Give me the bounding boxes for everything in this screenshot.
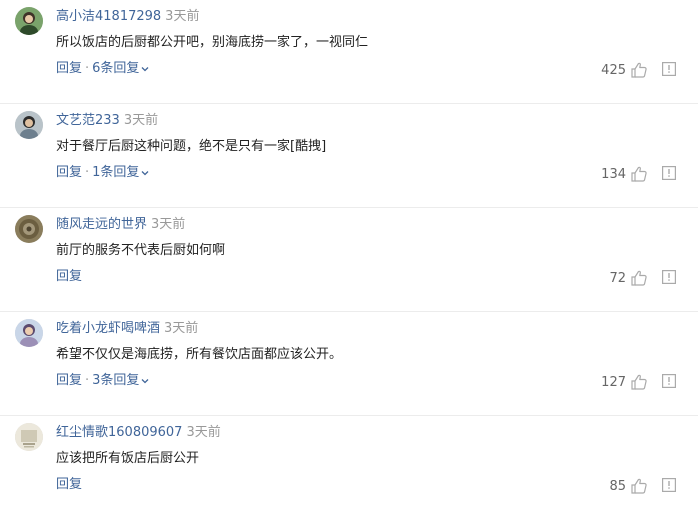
timestamp: 3天前 — [164, 321, 199, 336]
like-count: 127 — [601, 374, 626, 390]
like-count: 85 — [609, 478, 626, 494]
username[interactable]: 文艺范233 — [56, 113, 120, 128]
timestamp: 3天前 — [186, 425, 221, 440]
reply-button[interactable]: 回复 — [56, 61, 82, 76]
report-icon[interactable] — [662, 62, 676, 76]
separator: · — [85, 165, 90, 180]
comment-text: 希望不仅仅是海底捞，所有餐饮店面都应该公开。 — [56, 347, 343, 362]
comment-actions: 回复 · 1条回复 — [56, 163, 149, 183]
like-count: 425 — [601, 62, 626, 78]
separator: · — [85, 373, 90, 388]
avatar[interactable] — [15, 215, 43, 243]
reply-button[interactable]: 回复 — [56, 373, 82, 388]
comment-text: 对于餐厅后厨这种问题，绝不是只有一家[酷拽] — [56, 139, 327, 154]
comment-text: 所以饭店的后厨都公开吧，别海底捞一家了，一视同仁 — [56, 35, 369, 50]
timestamp: 3天前 — [165, 9, 200, 24]
thumbs-up-icon[interactable] — [630, 165, 648, 183]
username[interactable]: 随风走远的世界 — [56, 217, 147, 232]
avatar[interactable] — [15, 423, 43, 451]
reply-button[interactable]: 回复 — [56, 269, 82, 284]
chevron-down-icon — [141, 378, 149, 383]
view-replies-button[interactable]: 6条回复 — [92, 61, 149, 76]
timestamp: 3天前 — [123, 113, 159, 128]
comment-item: 随风走远的世界 3天前 前厅的服务不代表后厨如何啊 回复 72 — [0, 208, 698, 312]
comment-actions: 回复 · 3条回复 — [56, 371, 149, 391]
like-count: 72 — [609, 270, 626, 286]
thumbs-up-icon[interactable] — [630, 373, 648, 391]
view-replies-button[interactable]: 3条回复 — [92, 373, 149, 388]
comment-list: 高小洁41817298 3天前 所以饭店的后厨都公开吧，别海底捞一家了，一视同仁 … — [0, 0, 698, 520]
comment-actions: 回复 · 6条回复 — [56, 59, 149, 79]
comment-text: 前厅的服务不代表后厨如何啊 — [56, 243, 226, 258]
chevron-down-icon — [141, 170, 149, 175]
username[interactable]: 吃着小龙虾喝啤酒 — [56, 321, 160, 336]
thumbs-up-icon[interactable] — [630, 61, 648, 79]
separator: · — [85, 61, 90, 76]
replies-count-label: 1条回复 — [92, 165, 140, 180]
comment-text: 应该把所有饭店后厨公开 — [56, 451, 200, 466]
replies-count-label: 3条回复 — [92, 373, 140, 388]
report-icon[interactable] — [662, 270, 676, 284]
replies-count-label: 6条回复 — [92, 61, 140, 76]
comment-header: 随风走远的世界 3天前 — [56, 216, 185, 234]
view-replies-button[interactable]: 1条回复 — [92, 165, 149, 180]
chevron-down-icon — [141, 66, 149, 71]
like-control: 425 — [601, 60, 648, 80]
avatar[interactable] — [15, 111, 43, 139]
comment-header: 文艺范233 3天前 — [56, 112, 158, 130]
username[interactable]: 高小洁41817298 — [56, 9, 161, 24]
comment-header: 红尘情歌160809607 3天前 — [56, 424, 221, 442]
comment-actions: 回复 — [56, 267, 82, 287]
like-control: 134 — [601, 164, 648, 184]
avatar[interactable] — [15, 319, 43, 347]
like-control: 127 — [601, 372, 648, 392]
reply-button[interactable]: 回复 — [56, 477, 82, 492]
like-control: 72 — [609, 268, 648, 288]
report-icon[interactable] — [662, 478, 676, 492]
comment-item: 红尘情歌160809607 3天前 应该把所有饭店后厨公开 回复 85 — [0, 416, 698, 520]
avatar[interactable] — [15, 7, 43, 35]
report-icon[interactable] — [662, 166, 676, 180]
comment-item: 文艺范233 3天前 对于餐厅后厨这种问题，绝不是只有一家[酷拽] 回复 · 1条回复… — [0, 104, 698, 208]
thumbs-up-icon[interactable] — [630, 269, 648, 287]
comment-item: 吃着小龙虾喝啤酒 3天前 希望不仅仅是海底捞，所有餐饮店面都应该公开。 回复 · 3条… — [0, 312, 698, 416]
comment-item: 高小洁41817298 3天前 所以饭店的后厨都公开吧，别海底捞一家了，一视同仁 … — [0, 0, 698, 104]
timestamp: 3天前 — [151, 217, 186, 232]
comment-header: 吃着小龙虾喝啤酒 3天前 — [56, 320, 198, 338]
username[interactable]: 红尘情歌160809607 — [56, 425, 182, 440]
like-control: 85 — [609, 476, 648, 496]
thumbs-up-icon[interactable] — [630, 477, 648, 495]
report-icon[interactable] — [662, 374, 676, 388]
reply-button[interactable]: 回复 — [56, 165, 82, 180]
comment-actions: 回复 — [56, 475, 82, 495]
like-count: 134 — [601, 166, 626, 182]
comment-header: 高小洁41817298 3天前 — [56, 8, 199, 26]
